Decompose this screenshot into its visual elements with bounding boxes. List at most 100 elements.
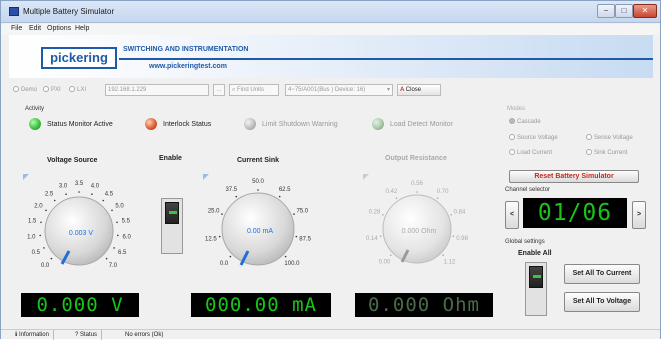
resistance-tick-mark [442, 254, 444, 256]
current-tick-label: 100.0 [284, 261, 300, 267]
resistance-tick-label: 0.84 [454, 209, 466, 215]
channel-lcd: 01/06 [523, 198, 627, 228]
banner-url: www.pickeringtest.com [149, 63, 227, 70]
voltage-tick-mark [40, 221, 42, 224]
status-monitor-label: Status Monitor Active [47, 121, 113, 128]
current-tick-mark [229, 255, 232, 258]
close-window-button[interactable]: ✕ [633, 4, 657, 18]
menu-file[interactable]: File [11, 25, 22, 32]
mode-cascade-radio[interactable]: Cascade [509, 116, 541, 128]
voltage-knob[interactable]: 0.0 0.5 1.0 1.5 2.02.5 3.0 3.5 4.0 4.55.0 5.5 6.0 6… [23, 171, 133, 283]
menu-help[interactable]: Help [75, 25, 89, 32]
voltage-tick-label: 4.0 [91, 184, 100, 190]
voltage-tick-label: 6.5 [118, 250, 127, 256]
channel-selector-label: Channel selector [505, 187, 551, 193]
mode-sink-current-radio[interactable]: Sink Current [586, 147, 627, 159]
banner-divider [119, 58, 653, 60]
modes-label: Modes [507, 106, 526, 112]
voltage-source-title: Voltage Source [47, 157, 98, 164]
resistance-tick-mark [450, 214, 452, 216]
demo-radio[interactable]: Demo [13, 84, 37, 96]
enable-led [169, 211, 177, 214]
resistance-tick-mark [390, 254, 392, 256]
voltage-lcd: 0.000 V [21, 293, 139, 317]
channel-prev-button[interactable]: < [505, 201, 519, 229]
resistance-tick-mark [379, 235, 382, 237]
resistance-tick-label: 0.42 [386, 189, 398, 195]
minimize-button[interactable]: − [597, 4, 615, 18]
header-banner: pickering SWITCHING AND INSTRUMENTATION … [9, 35, 653, 78]
channel-next-button[interactable]: > [632, 201, 646, 229]
voltage-tick-label: 6.0 [123, 234, 132, 240]
resistance-tick-label: 1.12 [444, 260, 456, 266]
resistance-knob-value: 0.000 Ohm [402, 228, 437, 235]
voltage-tick-label: 4.5 [105, 192, 114, 198]
voltage-tick-mark [45, 209, 47, 212]
voltage-tick-label: 1.5 [28, 218, 37, 224]
voltage-tick-mark [43, 247, 45, 249]
voltage-tick-label: 3.0 [59, 184, 68, 190]
pxi-radio[interactable]: PXI [43, 84, 61, 96]
resistance-tick-label: 0.00 [379, 260, 391, 266]
enable-all-toggle[interactable] [525, 262, 547, 316]
window-title: Multiple Battery Simulator [23, 7, 115, 16]
limit-shutdown-label: Limit Shutdown Warning [262, 121, 338, 128]
find-units-button[interactable]: ⌕ Find Units [229, 84, 279, 96]
chevron-down-icon: ▾ [386, 87, 390, 93]
menu-options[interactable]: Options [47, 25, 71, 32]
voltage-tick-mark [105, 257, 108, 260]
device-select[interactable]: 4~75/A001(Bus ) Device: 16) ▾ [285, 84, 393, 96]
voltage-tick-mark [65, 193, 67, 195]
voltage-tick-mark [116, 221, 118, 224]
enable-title: Enable [159, 155, 182, 162]
interlock-led [145, 118, 157, 130]
current-tick-label: 12.5 [205, 236, 217, 242]
mode-sense-voltage-radio[interactable]: Sense Voltage [586, 132, 633, 144]
voltage-tick-label: 5.0 [115, 204, 124, 210]
voltage-tick-mark [91, 193, 93, 195]
current-tick-label: 0.0 [220, 261, 229, 267]
ip-address-field[interactable]: 192.168.1.229 [105, 84, 209, 96]
resistance-tick-label: 0.56 [411, 181, 423, 187]
resistance-tick-mark [416, 191, 418, 193]
status-bar: ℹ Information ? Status No errors (Ok) [1, 329, 660, 340]
current-tick-mark [295, 235, 298, 238]
current-tick-label: 75.0 [296, 209, 308, 215]
lxi-radio[interactable]: LXI [69, 84, 86, 96]
resistance-knob[interactable]: 0.00 0.14 0.28 0.42 0.56 0.70 0.84 0.98 1.12 0.0… [359, 171, 471, 283]
current-tick-mark [235, 195, 238, 198]
enable-toggle[interactable] [161, 198, 183, 254]
current-knob[interactable]: 0.0 12.5 25.0 37.5 50.0 62.5 75.0 87.5 100.0 0.0… [201, 171, 313, 283]
current-lcd: 000.00 mA [191, 293, 331, 317]
voltage-tick-label: 1.0 [27, 234, 36, 240]
current-tick-mark [278, 195, 281, 198]
voltage-tick-mark [78, 191, 80, 193]
current-sink-title: Current Sink [237, 157, 280, 164]
mode-source-voltage-radio[interactable]: Source Voltage [509, 132, 558, 144]
voltage-tick-label: 0.0 [41, 263, 50, 269]
current-tick-mark [221, 213, 223, 215]
current-tick-label: 50.0 [252, 179, 264, 185]
title-bar: Multiple Battery Simulator − □ ✕ [1, 1, 660, 23]
voltage-tick-mark [102, 199, 105, 202]
close-button[interactable]: A Close [397, 84, 441, 96]
global-settings-label: Global settings [505, 239, 545, 245]
current-tick-mark [257, 189, 259, 191]
set-all-to-voltage-button[interactable]: Set All To Voltage [564, 292, 640, 312]
resistance-tick-label: 0.28 [369, 209, 381, 215]
resistance-tick-label: 0.14 [366, 236, 378, 242]
interlock-label: Interlock Status [163, 121, 212, 128]
reset-battery-simulator-button[interactable]: Reset Battery Simulator [509, 170, 639, 183]
enable-all-led [533, 275, 541, 278]
resistance-tick-mark [436, 197, 439, 199]
resistance-tick-label: 0.70 [437, 189, 449, 195]
load-detect-label: Load Detect Monitor [390, 121, 454, 128]
menu-edit[interactable]: Edit [29, 25, 41, 32]
set-all-to-current-button[interactable]: Set All To Current [564, 264, 640, 284]
mode-load-current-radio[interactable]: Load Current [509, 147, 552, 159]
output-resistance-title: Output Resistance [385, 155, 447, 162]
browse-button[interactable]: ... [213, 84, 225, 96]
current-tick-label: 25.0 [208, 209, 220, 215]
voltage-tick-mark [53, 199, 56, 202]
maximize-button[interactable]: □ [615, 4, 633, 18]
